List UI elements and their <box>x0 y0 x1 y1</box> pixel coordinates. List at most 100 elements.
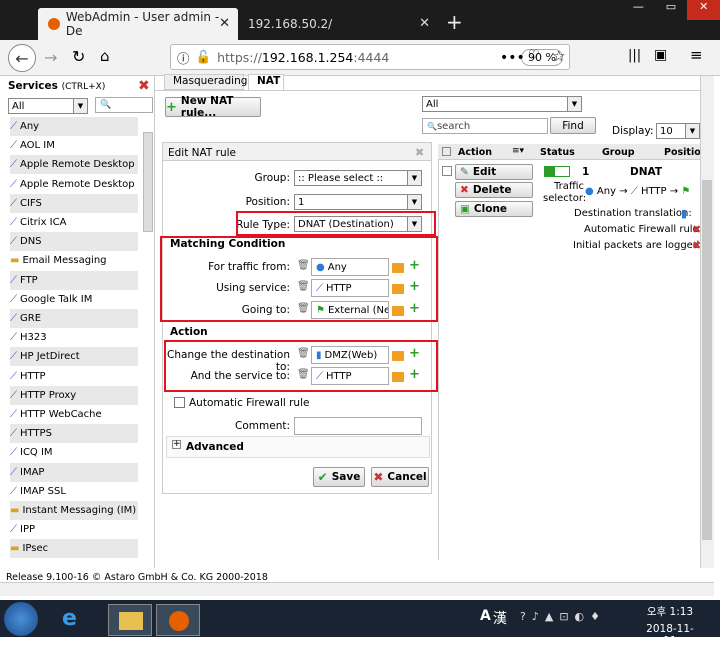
folder-icon[interactable] <box>392 306 404 316</box>
save-button[interactable]: ✔ Save <box>313 467 365 487</box>
close-tab-icon[interactable]: ✕ <box>219 16 230 31</box>
sidebar-service-item[interactable]: ⟋ ICQ IM <box>10 443 138 462</box>
sidebar-service-item[interactable]: ▬ IPsec <box>10 539 138 559</box>
sidebar-service-item[interactable]: ⟋ Google Talk IM <box>10 290 138 309</box>
trash-icon[interactable]: 🗑 <box>297 369 310 383</box>
trash-icon[interactable]: 🗑 <box>297 281 310 295</box>
add-icon[interactable]: + <box>409 301 420 316</box>
tab-nat[interactable]: NAT <box>248 74 284 90</box>
pocket-icon[interactable]: ♡ <box>528 48 540 63</box>
position-select[interactable]: 1 ▼ <box>294 194 422 210</box>
column-menu-icon[interactable]: ≡▾ <box>512 146 524 156</box>
sidebar-service-item[interactable]: ⟋ GRE <box>10 309 138 328</box>
nat-search-input[interactable]: 🔍 search <box>422 118 548 134</box>
change-destination-field[interactable]: ▮ DMZ(Web) <box>311 346 389 364</box>
lock-warning-icon[interactable]: 🔓 <box>196 49 212 65</box>
expand-icon[interactable]: + <box>172 440 181 449</box>
maximize-icon[interactable]: ▭ <box>655 0 688 20</box>
sidebar-service-item[interactable]: ⟋ DNS <box>10 232 138 252</box>
clone-rule-button[interactable]: ▣ Clone <box>455 201 533 217</box>
ime-indicator[interactable]: A 漢 <box>480 608 507 628</box>
cancel-button[interactable]: ✖ Cancel <box>371 467 429 487</box>
add-icon[interactable]: + <box>409 346 420 361</box>
sidebar-service-item[interactable]: ⟋ HP JetDirect <box>10 347 138 367</box>
page-actions-icon[interactable]: ••• <box>500 50 525 66</box>
file-explorer-icon[interactable] <box>108 604 152 636</box>
browser-tab-active[interactable]: WebAdmin - User admin - De ✕ <box>38 8 238 40</box>
sidebar-service-item[interactable]: ⟋ H323 <box>10 328 138 347</box>
folder-icon[interactable] <box>392 351 404 361</box>
using-service-field[interactable]: ⟋ HTTP <box>311 279 389 297</box>
traffic-from-field[interactable]: ● Any <box>311 258 389 276</box>
bookmark-star-icon[interactable]: ☆ <box>552 47 565 65</box>
tab-masquerading[interactable]: Masquerading <box>164 74 247 90</box>
close-panel-icon[interactable]: ✖ <box>138 78 150 94</box>
library-icon[interactable]: ||| <box>628 48 641 63</box>
sidebar-service-item[interactable]: ⟋ Apple Remote Desktop 28 <box>10 175 138 194</box>
horizontal-scrollbar[interactable] <box>0 582 714 596</box>
sidebar-service-item[interactable]: ⟋ FTP <box>10 270 138 290</box>
nat-filter-select[interactable]: All ▼ <box>422 96 582 112</box>
add-icon[interactable]: + <box>409 367 420 382</box>
back-icon[interactable]: ← <box>8 44 36 72</box>
services-filter-select[interactable]: All ▼ <box>8 98 88 114</box>
col-action[interactable]: Action <box>458 147 492 158</box>
group-select[interactable]: :: Please select :: ▼ <box>294 170 422 186</box>
sidebar-service-item[interactable]: ⟋ HTTPS <box>10 424 138 444</box>
sidebar-service-item[interactable]: ⟋ HTTP Proxy <box>10 385 138 405</box>
display-count-select[interactable]: 10 ▼ <box>656 123 700 139</box>
minimize-icon[interactable]: — <box>622 0 655 20</box>
add-icon[interactable]: + <box>409 258 420 273</box>
tray-icons[interactable]: ?♪▲⊡◐♦ <box>520 610 606 623</box>
clock[interactable]: 오후 1:13 2018-11-11 <box>640 604 700 647</box>
change-service-field[interactable]: ⟋ HTTP <box>311 367 389 385</box>
trash-icon[interactable]: 🗑 <box>297 260 310 274</box>
start-button[interactable] <box>4 602 38 636</box>
sidebar-service-item[interactable]: ⟋ Apple Remote Desktop 1 <box>10 155 138 175</box>
sidebar-service-item[interactable]: ▬ Email Messaging <box>10 251 138 270</box>
page-scrollbar-thumb[interactable] <box>702 180 712 540</box>
services-search-input[interactable]: 🔍 <box>95 97 153 113</box>
trash-icon[interactable]: 🗑 <box>297 348 310 362</box>
sidebar-service-item[interactable]: ⟋ AOL IM <box>10 136 138 155</box>
folder-icon[interactable] <box>392 284 404 294</box>
select-all-checkbox[interactable] <box>442 147 451 156</box>
internet-explorer-icon[interactable]: e <box>62 606 77 631</box>
row-checkbox[interactable] <box>442 166 452 176</box>
col-group[interactable]: Group <box>602 147 635 158</box>
status-toggle[interactable] <box>544 166 570 177</box>
sidebar-service-item[interactable]: ⟋ Any <box>10 117 138 136</box>
auto-firewall-checkbox[interactable] <box>174 397 185 408</box>
sidebar-service-item[interactable]: ⟋ HTTP <box>10 367 138 386</box>
new-tab-button[interactable]: + <box>446 10 463 34</box>
sidebar-service-item[interactable]: ⟋ HTTP WebCache <box>10 405 138 424</box>
sidebar-service-item[interactable]: ⟋ IPP <box>10 520 138 539</box>
firefox-taskbar-icon[interactable] <box>156 604 200 636</box>
delete-rule-button[interactable]: ✖ Delete <box>455 182 533 198</box>
home-icon[interactable]: ⌂ <box>100 47 110 65</box>
reload-icon[interactable]: ↻ <box>72 47 85 66</box>
sidebar-toggle-icon[interactable]: ▣ <box>654 47 667 63</box>
browser-tab-inactive[interactable]: 192.168.50.2/ ✕ <box>238 8 438 40</box>
add-icon[interactable]: + <box>409 279 420 294</box>
info-icon[interactable]: ⓘ <box>177 48 190 67</box>
sidebar-service-item[interactable]: ⟋ IMAP SSL <box>10 482 138 501</box>
find-button[interactable]: Find <box>550 117 596 134</box>
new-nat-rule-button[interactable]: + New NAT rule... <box>165 95 261 119</box>
sidebar-service-item[interactable]: ⟋ CIFS <box>10 193 138 213</box>
sidebar-service-item[interactable]: ▬ Instant Messaging (IM) <box>10 501 138 520</box>
menu-icon[interactable]: ≡ <box>690 46 703 64</box>
comment-input[interactable] <box>294 417 422 435</box>
folder-icon[interactable] <box>392 372 404 382</box>
trash-icon[interactable]: 🗑 <box>297 303 310 317</box>
close-window-icon[interactable]: ✕ <box>687 0 720 20</box>
going-to-field[interactable]: ⚑ External (Network) <box>311 301 389 319</box>
forward-icon[interactable]: → <box>44 48 57 67</box>
close-tab-icon[interactable]: ✕ <box>419 16 430 31</box>
sidebar-service-item[interactable]: ⟋ IMAP <box>10 462 138 482</box>
folder-icon[interactable] <box>392 263 404 273</box>
close-edit-icon[interactable]: ✖ <box>415 146 424 159</box>
sidebar-service-item[interactable]: ⟋ Citrix ICA <box>10 213 138 232</box>
edit-rule-button[interactable]: ✎ Edit <box>455 164 533 180</box>
col-status[interactable]: Status <box>540 147 575 158</box>
